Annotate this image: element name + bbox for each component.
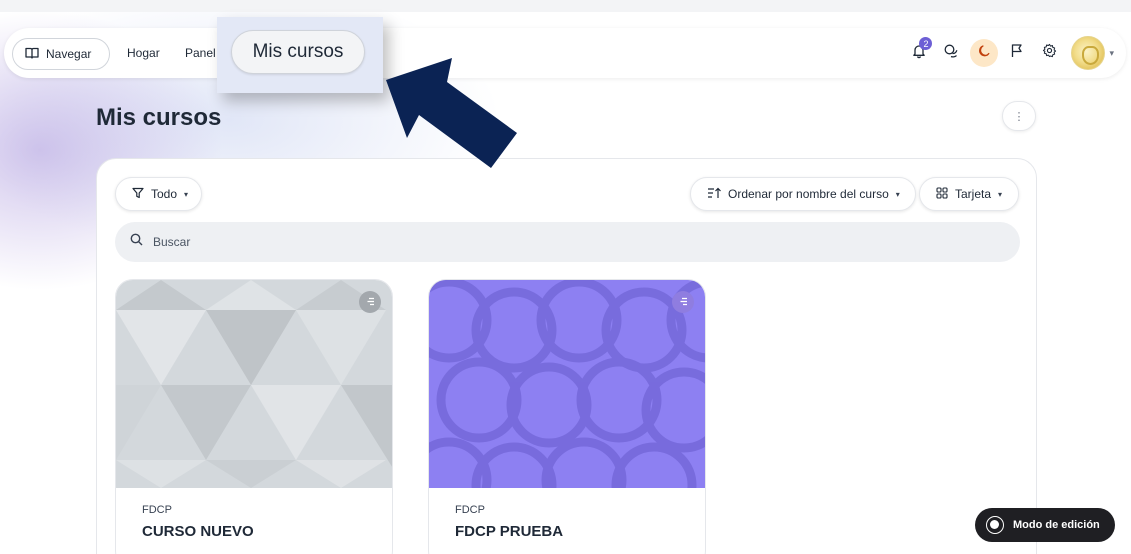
top-navbar: Navegar Hogar Panel 2 ▾ xyxy=(4,28,1126,78)
edit-mode-label: Modo de edición xyxy=(1013,519,1100,531)
filter-icon xyxy=(132,187,144,202)
toggle-icon xyxy=(986,516,1004,534)
course-card-menu-button[interactable] xyxy=(359,291,381,313)
grid-icon xyxy=(936,186,948,202)
chevron-down-icon: ▾ xyxy=(184,189,189,199)
zoom-callout: Mis cursos xyxy=(217,17,383,93)
moon-icon xyxy=(977,44,991,63)
search-icon xyxy=(130,233,143,251)
user-menu-caret-icon[interactable]: ▾ xyxy=(1109,48,1114,59)
user-avatar[interactable] xyxy=(1071,36,1106,70)
nav-link-panel[interactable]: Panel xyxy=(185,46,216,60)
notification-badge: 2 xyxy=(919,37,933,50)
flag-button[interactable] xyxy=(1001,37,1033,69)
kebab-menu-icon: ⋮ xyxy=(1013,110,1025,123)
list-icon xyxy=(365,293,375,311)
page-options-button[interactable]: ⋮ xyxy=(1002,101,1036,131)
course-image xyxy=(429,280,705,488)
search-input[interactable]: Buscar xyxy=(115,222,1020,262)
course-card[interactable]: FDCP CURSO NUEVO xyxy=(115,279,393,554)
sort-label: Ordenar por nombre del curso xyxy=(728,187,889,201)
chevron-down-icon: ▾ xyxy=(895,189,900,199)
settings-button[interactable] xyxy=(1033,37,1065,69)
chat-icon xyxy=(943,43,959,64)
sort-icon xyxy=(707,187,721,202)
search-placeholder: Buscar xyxy=(153,235,191,249)
nav-link-my-courses[interactable]: Mis cursos xyxy=(231,30,365,74)
notifications-button[interactable]: 2 xyxy=(903,37,935,69)
chevron-down-icon: ▾ xyxy=(998,189,1003,199)
course-category: FDCP xyxy=(455,504,485,516)
navbar-icons: 2 ▾ xyxy=(903,36,1114,70)
course-card-menu-button[interactable] xyxy=(672,291,694,313)
course-image xyxy=(116,280,392,488)
course-card[interactable]: FDCP FDCP PRUEBA xyxy=(428,279,706,554)
list-icon xyxy=(678,293,688,311)
nav-link-home[interactable]: Hogar xyxy=(127,46,160,60)
navigate-label: Navegar xyxy=(46,47,92,61)
theme-toggle-button[interactable] xyxy=(970,39,999,67)
navigate-button[interactable]: Navegar xyxy=(12,38,110,70)
browser-top-strip xyxy=(0,0,1131,12)
page-title: Mis cursos xyxy=(96,104,222,131)
grouping-dropdown[interactable]: Todo ▾ xyxy=(115,177,202,211)
view-dropdown[interactable]: Tarjeta ▾ xyxy=(919,177,1019,211)
view-label: Tarjeta xyxy=(955,187,992,201)
messages-button[interactable] xyxy=(935,37,967,69)
grouping-label: Todo xyxy=(151,187,178,201)
flag-icon xyxy=(1010,43,1024,63)
course-category: FDCP xyxy=(142,504,172,516)
course-title[interactable]: CURSO NUEVO xyxy=(142,523,254,540)
sort-dropdown[interactable]: Ordenar por nombre del curso ▾ xyxy=(690,177,916,211)
edit-mode-toggle[interactable]: Modo de edición xyxy=(975,508,1115,542)
gear-icon xyxy=(1042,43,1057,63)
course-title[interactable]: FDCP PRUEBA xyxy=(455,523,563,540)
book-open-icon xyxy=(25,47,39,62)
